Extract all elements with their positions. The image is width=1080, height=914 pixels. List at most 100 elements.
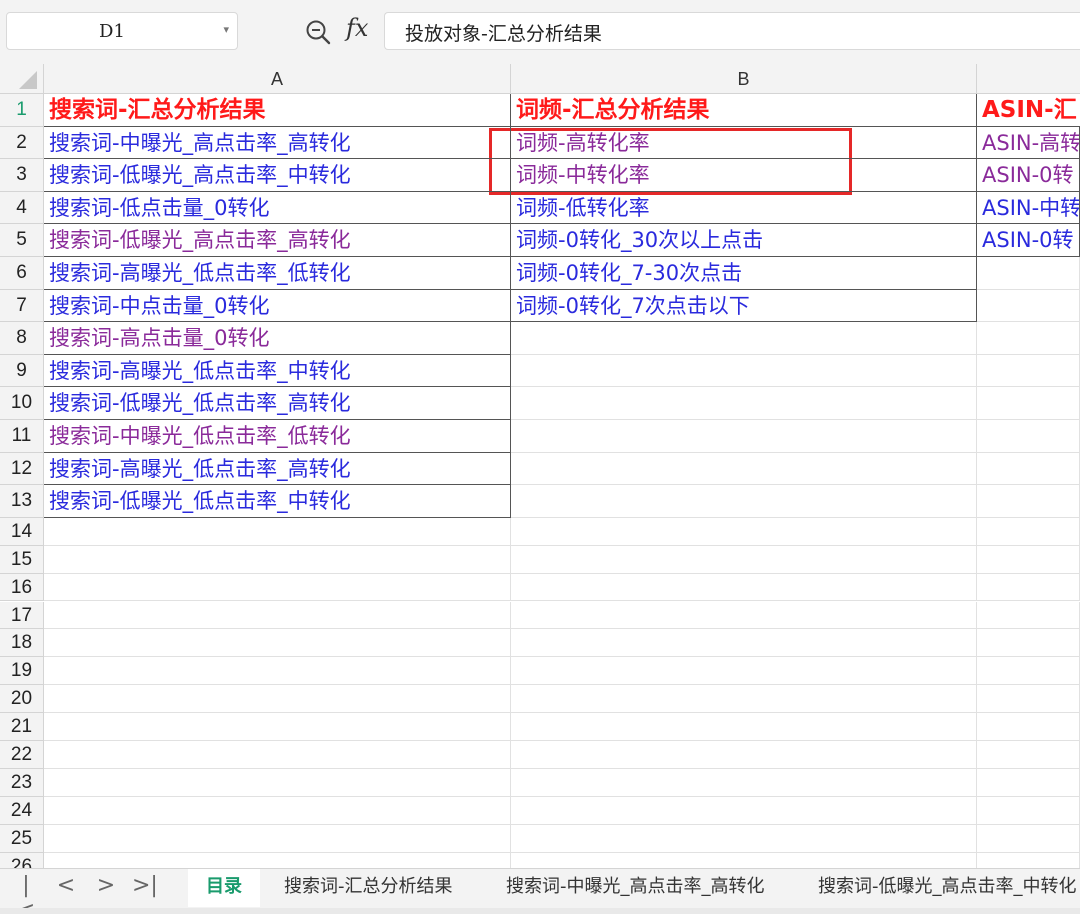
cell-empty[interactable] (44, 601, 511, 630)
row-header[interactable]: 14 (0, 517, 44, 546)
cell-a[interactable]: 搜索词-低曝光_低点击率_中转化 (44, 485, 511, 518)
cell-a[interactable]: 搜索词-中曝光_低点击率_低转化 (44, 420, 511, 453)
cell-empty[interactable] (44, 852, 511, 869)
fx-icon[interactable]: fx (346, 14, 368, 42)
cell-empty[interactable] (511, 768, 977, 797)
cell-b[interactable]: 词频-0转化_7次点击以下 (511, 289, 977, 323)
cell-empty[interactable] (977, 387, 1080, 420)
cell-a[interactable]: 搜索词-高曝光_低点击率_低转化 (44, 257, 511, 290)
cell-header-a[interactable]: 搜索词-汇总分析结果 (44, 94, 511, 127)
cell-empty[interactable] (511, 420, 977, 453)
cell-empty[interactable] (44, 741, 511, 769)
cell-empty[interactable] (511, 713, 977, 741)
cell-empty[interactable] (44, 657, 511, 686)
cell-empty[interactable] (44, 545, 511, 574)
cell-a[interactable]: 搜索词-中点击量_0转化 (44, 289, 511, 323)
row-header[interactable]: 12 (0, 452, 44, 486)
cell-a[interactable]: 搜索词-低曝光_低点击率_高转化 (44, 387, 511, 420)
cell-c[interactable]: ASIN-0转 (977, 224, 1080, 257)
cell-c[interactable]: ASIN-中转 (977, 191, 1080, 225)
cell-b[interactable]: 词频-0转化_30次以上点击 (511, 224, 977, 257)
cell-a[interactable]: 搜索词-中曝光_高点击率_高转化 (44, 126, 511, 160)
cell-empty[interactable] (977, 517, 1080, 546)
name-box[interactable]: D1 ▾ (6, 12, 238, 50)
cell-empty[interactable] (44, 713, 511, 741)
zoom-icon[interactable] (304, 18, 332, 46)
cell-empty[interactable] (511, 741, 977, 769)
cell-empty[interactable] (44, 824, 511, 853)
cell-empty[interactable] (977, 824, 1080, 853)
column-header-b[interactable]: B (511, 64, 977, 94)
cell-empty[interactable] (511, 452, 977, 486)
cell-empty[interactable] (44, 573, 511, 602)
cell-a[interactable]: 搜索词-低曝光_高点击率_中转化 (44, 159, 511, 192)
cell-b[interactable]: 词频-高转化率 (511, 126, 977, 160)
tab-catalog[interactable]: 目录 (188, 869, 260, 907)
tab-search-summary[interactable]: 搜索词-汇总分析结果 (270, 869, 467, 907)
cell-empty[interactable] (977, 420, 1080, 453)
cell-empty[interactable] (977, 741, 1080, 769)
row-header[interactable]: 4 (0, 191, 44, 225)
cell-empty[interactable] (44, 629, 511, 658)
cell-empty[interactable] (44, 517, 511, 546)
cell-a[interactable]: 搜索词-低点击量_0转化 (44, 191, 511, 225)
cell-empty[interactable] (511, 354, 977, 388)
cell-empty[interactable] (977, 257, 1080, 290)
cell-empty[interactable] (977, 354, 1080, 388)
row-header[interactable]: 20 (0, 685, 44, 714)
tab-search-low-high-mid[interactable]: 搜索词-低曝光_高点击率_中转化 (804, 869, 1080, 907)
cell-empty[interactable] (977, 713, 1080, 741)
next-sheet-icon[interactable]: > (94, 873, 118, 898)
cell-empty[interactable] (511, 824, 977, 853)
cell-b[interactable]: 词频-低转化率 (511, 191, 977, 225)
cell-empty[interactable] (977, 545, 1080, 574)
row-header[interactable]: 24 (0, 796, 44, 825)
row-header[interactable]: 23 (0, 768, 44, 797)
cell-empty[interactable] (511, 573, 977, 602)
cell-header-c[interactable]: ASIN-汇 (977, 94, 1080, 127)
row-header[interactable]: 10 (0, 387, 44, 420)
cell-empty[interactable] (511, 322, 977, 355)
tab-search-mid-high-high[interactable]: 搜索词-中曝光_高点击率_高转化 (492, 869, 779, 907)
row-header[interactable]: 5 (0, 224, 44, 257)
row-header[interactable]: 7 (0, 289, 44, 323)
cell-empty[interactable] (511, 545, 977, 574)
cell-empty[interactable] (977, 629, 1080, 658)
row-header[interactable]: 19 (0, 657, 44, 686)
cell-empty[interactable] (511, 517, 977, 546)
formula-input[interactable]: 投放对象-汇总分析结果 (384, 12, 1080, 50)
cell-empty[interactable] (511, 852, 977, 869)
cell-empty[interactable] (977, 796, 1080, 825)
column-header-c[interactable] (977, 64, 1080, 94)
cell-a[interactable]: 搜索词-高曝光_低点击率_中转化 (44, 354, 511, 388)
row-header[interactable]: 16 (0, 573, 44, 602)
cell-empty[interactable] (977, 322, 1080, 355)
cell-c[interactable]: ASIN-0转 (977, 159, 1080, 192)
last-sheet-icon[interactable]: >| (132, 873, 158, 898)
cell-a[interactable]: 搜索词-低曝光_高点击率_高转化 (44, 224, 511, 257)
cell-b[interactable]: 词频-中转化率 (511, 159, 977, 192)
row-header[interactable]: 25 (0, 824, 44, 853)
row-header[interactable]: 22 (0, 741, 44, 769)
chevron-down-icon[interactable]: ▾ (223, 23, 229, 36)
cell-empty[interactable] (511, 387, 977, 420)
row-header[interactable]: 17 (0, 601, 44, 630)
cell-empty[interactable] (511, 485, 977, 518)
row-header[interactable]: 9 (0, 354, 44, 388)
cell-c[interactable]: ASIN-高转 (977, 126, 1080, 160)
row-header[interactable]: 1 (0, 94, 44, 127)
cell-empty[interactable] (977, 452, 1080, 486)
row-header[interactable]: 8 (0, 322, 44, 355)
row-header[interactable]: 26 (0, 852, 44, 869)
cell-empty[interactable] (511, 657, 977, 686)
cell-empty[interactable] (511, 601, 977, 630)
row-header[interactable]: 13 (0, 485, 44, 518)
cell-empty[interactable] (977, 573, 1080, 602)
cell-empty[interactable] (511, 629, 977, 658)
cell-empty[interactable] (977, 657, 1080, 686)
cell-empty[interactable] (977, 852, 1080, 869)
cell-empty[interactable] (977, 289, 1080, 323)
cell-header-b[interactable]: 词频-汇总分析结果 (511, 94, 977, 127)
cell-a[interactable]: 搜索词-高点击量_0转化 (44, 322, 511, 355)
cell-empty[interactable] (977, 768, 1080, 797)
